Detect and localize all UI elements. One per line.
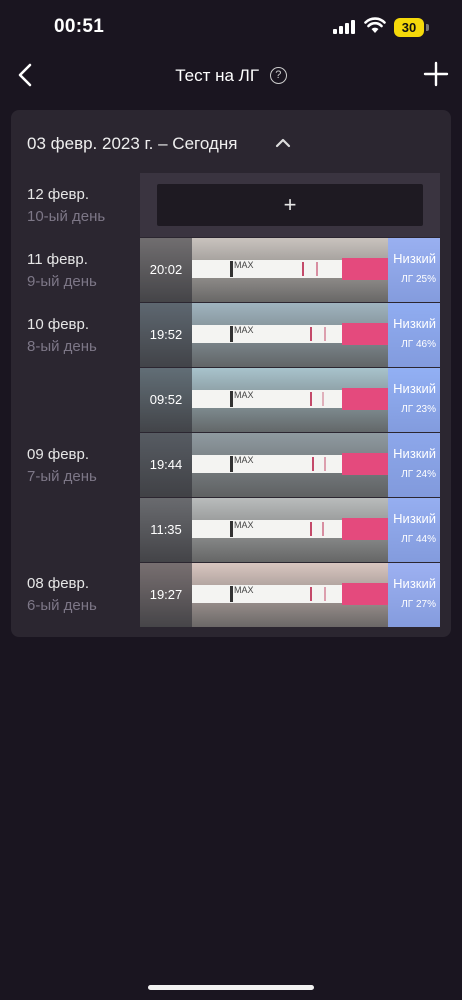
add-test-plus: + <box>283 192 297 217</box>
add-test-button[interactable]: + <box>157 184 423 226</box>
test-result-badge: Низкий ЛГ 24% <box>388 433 440 497</box>
test-result-badge: Низкий ЛГ 23% <box>388 368 440 432</box>
result-level: Низкий <box>393 446 436 461</box>
test-row[interactable]: MAX 19:52 Низкий ЛГ 46% <box>140 303 440 367</box>
strip-max-text: MAX <box>234 390 254 400</box>
result-lh: ЛГ 23% <box>401 404 436 415</box>
test-result-badge: Низкий ЛГ 27% <box>388 563 440 627</box>
strip-max-text: MAX <box>234 520 254 530</box>
home-indicator[interactable] <box>148 985 314 990</box>
test-time: 19:52 <box>149 327 183 342</box>
day-number: 10-ый день <box>27 208 106 225</box>
test-strip: MAX <box>192 518 388 540</box>
test-strip: MAX <box>192 258 388 280</box>
page-title: Тест на ЛГ <box>175 65 260 85</box>
test-time: 20:02 <box>149 262 183 277</box>
strip-max-text: MAX <box>234 325 254 335</box>
result-level: Низкий <box>393 251 436 266</box>
test-row[interactable]: MAX 19:44 Низкий ЛГ 24% <box>140 433 440 497</box>
nav-title-group: Тест на ЛГ ? <box>0 65 462 86</box>
day-date: 09 февр. <box>27 446 90 463</box>
cellular-signal-icon <box>333 20 357 34</box>
test-time-overlay: 11:35 <box>140 498 192 562</box>
test-time: 11:35 <box>150 522 182 537</box>
result-lh: ЛГ 44% <box>401 534 436 545</box>
result-lh: ЛГ 25% <box>401 274 436 285</box>
test-time: 09:52 <box>149 392 183 407</box>
result-lh: ЛГ 27% <box>401 599 436 610</box>
day-date: 08 февр. <box>27 575 90 592</box>
tests-card: 03 февр. 2023 г. – Сегодня 12 февр. 10-ы… <box>11 110 451 637</box>
add-test-icon[interactable] <box>422 60 450 88</box>
add-test-area: + <box>140 173 440 237</box>
day-label-12: 12 февр. 10-ый день <box>27 186 105 225</box>
test-time: 19:44 <box>149 457 183 472</box>
day-number: 6-ый день <box>27 597 97 614</box>
test-strip: MAX <box>192 453 388 475</box>
help-icon[interactable]: ? <box>269 67 287 85</box>
test-time-overlay: 20:02 <box>140 238 192 302</box>
status-time: 00:51 <box>54 16 105 37</box>
result-level: Низкий <box>393 316 436 331</box>
day-date: 10 февр. <box>27 316 90 333</box>
test-time-overlay: 09:52 <box>140 368 192 432</box>
test-result-badge: Низкий ЛГ 25% <box>388 238 440 302</box>
strip-max-text: MAX <box>234 260 254 270</box>
chevron-up-icon[interactable] <box>275 136 291 150</box>
test-time-overlay: 19:44 <box>140 433 192 497</box>
day-date: 11 февр. <box>27 251 88 268</box>
result-level: Низкий <box>393 381 436 396</box>
status-bar: 00:51 30 <box>0 0 462 52</box>
test-time-overlay: 19:27 <box>140 563 192 627</box>
battery-tip <box>426 24 429 31</box>
test-time: 19:27 <box>149 587 183 602</box>
wifi-icon <box>364 17 386 33</box>
strip-max-text: MAX <box>234 455 254 465</box>
day-number: 7-ый день <box>27 468 97 485</box>
day-date: 12 февр. <box>27 186 90 203</box>
date-range-label[interactable]: 03 февр. 2023 г. – Сегодня <box>27 134 237 154</box>
test-row[interactable]: MAX 09:52 Низкий ЛГ 23% <box>140 368 440 432</box>
test-row[interactable]: MAX 20:02 Низкий ЛГ 25% <box>140 238 440 302</box>
test-strip: MAX <box>192 583 388 605</box>
result-lh: ЛГ 46% <box>401 339 436 350</box>
day-label-08: 08 февр. 6-ый день <box>27 575 97 614</box>
test-result-badge: Низкий ЛГ 46% <box>388 303 440 367</box>
test-time-overlay: 19:52 <box>140 303 192 367</box>
test-strip: MAX <box>192 323 388 345</box>
test-result-badge: Низкий ЛГ 44% <box>388 498 440 562</box>
result-level: Низкий <box>393 511 436 526</box>
strip-max-text: MAX <box>234 585 254 595</box>
battery-icon: 30 <box>394 18 424 37</box>
test-strip: MAX <box>192 388 388 410</box>
day-label-11: 11 февр. 9-ый день <box>27 251 97 290</box>
day-number: 9-ый день <box>27 273 97 290</box>
day-label-09: 09 февр. 7-ый день <box>27 446 97 485</box>
test-row[interactable]: MAX 11:35 Низкий ЛГ 44% <box>140 498 440 562</box>
day-label-10: 10 февр. 8-ый день <box>27 316 97 355</box>
result-lh: ЛГ 24% <box>401 469 436 480</box>
nav-bar: Тест на ЛГ ? <box>0 52 462 98</box>
result-level: Низкий <box>393 576 436 591</box>
day-number: 8-ый день <box>27 338 97 355</box>
test-row[interactable]: MAX 19:27 Низкий ЛГ 27% <box>140 563 440 627</box>
